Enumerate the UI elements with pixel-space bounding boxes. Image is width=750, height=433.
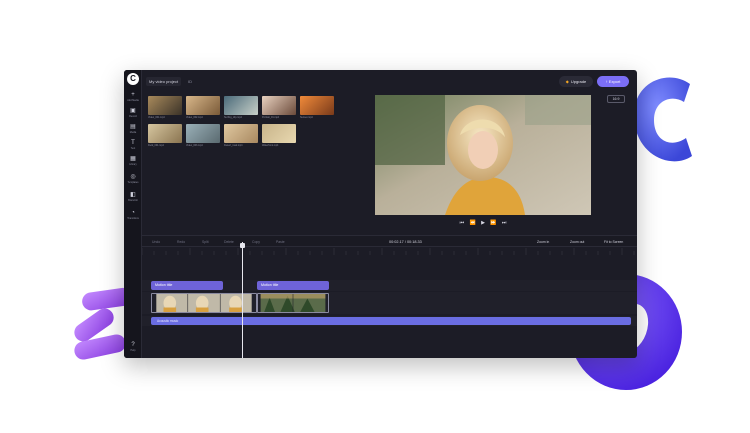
project-name-field[interactable]: My video project	[146, 77, 182, 86]
upgrade-button[interactable]: ◆ Upgrade	[559, 76, 593, 87]
plus-icon: +	[131, 92, 135, 98]
decorative-letter-c	[633, 77, 692, 162]
zoom-out-button[interactable]: Zoom out	[570, 239, 584, 245]
upgrade-label: Upgrade	[570, 79, 587, 84]
sidebar-item-label: Record	[129, 115, 137, 118]
video-clip-forest[interactable]	[257, 293, 329, 313]
sidebar-item-help[interactable]: ? Help	[124, 342, 142, 358]
playback-controls[interactable]: ⏮ ⏪ ▶ ⏩ ⏭	[454, 220, 514, 228]
zoom-in-button[interactable]: Zoom in	[537, 239, 549, 245]
sidebar: C + Add Media ▣ Record ▤ Media T Text ▦ Library ◎ T…	[124, 70, 142, 358]
sidebar-item-library[interactable]: ▦ Library	[124, 156, 142, 172]
sidebar-item-record[interactable]: ▣ Record	[124, 108, 142, 124]
sidebar-item-label: Text	[130, 147, 136, 150]
media-thumbnail[interactable]: Video_001.mp4	[148, 96, 182, 122]
aspect-ratio-button[interactable]: 16:9	[607, 95, 625, 103]
media-thumbnail-image	[148, 96, 182, 115]
media-thumbnail-name: Video_003.mp4	[186, 144, 203, 147]
templates-icon: ◎	[130, 174, 136, 180]
media-thumbnail-name: Waterfront.mp4	[262, 144, 279, 147]
app-window: C + Add Media ▣ Record ▤ Media T Text ▦ Library ◎ T…	[124, 70, 637, 358]
media-thumbnail[interactable]: Video_002.mp4	[186, 96, 220, 122]
sidebar-item-label: Library	[129, 163, 137, 166]
title-clip-2[interactable]: Motion title	[257, 281, 329, 290]
gem-icon: ◆	[565, 79, 569, 84]
playhead[interactable]	[242, 242, 243, 358]
redo-button[interactable]: Redo	[177, 239, 185, 245]
media-thumbnail-name: Field_001.mp4	[148, 144, 164, 147]
sidebar-item-add-media[interactable]: + Add Media	[124, 92, 142, 108]
timecode: 00:02.17 / 00:18.33	[389, 240, 422, 244]
media-thumbnail-image	[148, 124, 182, 143]
sidebar-item-text[interactable]: T Text	[124, 140, 142, 156]
library-icon: ▦	[130, 156, 136, 162]
sidebar-item-label: Brand kit	[128, 199, 138, 202]
media-thumbnail-image	[300, 96, 334, 115]
media-thumbnail-name: Portrait_01.mp4	[262, 116, 280, 119]
sidebar-item-label: Media	[129, 131, 137, 134]
media-thumbnail-image	[224, 96, 258, 115]
audio-clip[interactable]: Acoustic music	[151, 317, 631, 325]
help-icon: ?	[131, 342, 135, 348]
media-thumbnail[interactable]: Portrait_01.mp4	[262, 96, 296, 122]
media-thumbnail-name: Video_001.mp4	[148, 116, 165, 119]
video-preview[interactable]	[375, 95, 591, 215]
split-button[interactable]: Split	[202, 239, 209, 245]
media-thumbnail-image	[186, 124, 220, 143]
title-clip-1[interactable]: Motion title	[151, 281, 223, 290]
top-bar: My video project ID ◆ Upgrade ↑ Export	[142, 70, 637, 90]
sidebar-item-media[interactable]: ▤ Media	[124, 124, 142, 140]
media-thumbnail-image	[186, 96, 220, 115]
paste-button[interactable]: Paste	[276, 239, 285, 245]
media-thumbnail-name: Sunset.mp4	[300, 116, 313, 119]
media-thumbnail[interactable]: Video_003.mp4	[186, 124, 220, 150]
brandkit-icon: ◧	[130, 192, 136, 198]
playhead-handle[interactable]	[240, 243, 245, 248]
stage: C + Add Media ▣ Record ▤ Media T Text ▦ Library ◎ T…	[0, 0, 750, 433]
text-icon: T	[131, 140, 135, 146]
media-thumbnail[interactable]: Field_001.mp4	[148, 124, 182, 150]
file-icon: ▤	[130, 124, 136, 130]
sidebar-item-label: Add Media	[127, 99, 139, 102]
sidebar-item-label: Help	[130, 349, 136, 352]
clipchamp-logo: C	[127, 73, 139, 85]
media-thumbnail-name: Video_002.mp4	[186, 116, 203, 119]
transitions-icon: ◔	[131, 210, 135, 216]
media-thumbnail-image	[262, 96, 296, 115]
delete-button[interactable]: Delete	[224, 239, 234, 245]
media-thumbnail[interactable]: Sunset.mp4	[300, 96, 334, 122]
export-button[interactable]: ↑ Export	[597, 76, 629, 87]
record-icon: ▣	[130, 108, 136, 114]
timeline-toolbar: Undo Redo Split Delete Copy Paste 00:02.…	[142, 235, 637, 247]
sidebar-item-label: Templates	[127, 181, 139, 184]
media-thumbnail-image	[224, 124, 258, 143]
media-thumbnail-name: Desert_road.mp4	[224, 144, 243, 147]
fit-to-screen-button[interactable]: Fit to Screen	[604, 239, 623, 245]
sidebar-item-templates[interactable]: ◎ Templates	[124, 174, 142, 190]
media-thumbnail-name: Surfing_clip.mp4	[224, 116, 242, 119]
project-suffix: ID	[188, 79, 192, 84]
undo-button[interactable]: Undo	[152, 239, 160, 245]
sidebar-item-transitions[interactable]: ◔ Transitions	[124, 210, 142, 226]
timeline-ruler[interactable]	[142, 247, 637, 255]
sidebar-item-label: Transitions	[127, 217, 139, 220]
export-label: Export	[608, 79, 621, 84]
copy-button[interactable]: Copy	[252, 239, 260, 245]
media-thumbnail[interactable]: Desert_road.mp4	[224, 124, 258, 150]
media-thumbnail[interactable]: Waterfront.mp4	[262, 124, 296, 150]
media-thumbnail[interactable]: Surfing_clip.mp4	[224, 96, 258, 122]
media-thumbnail-image	[262, 124, 296, 143]
sidebar-item-brand-kit[interactable]: ◧ Brand kit	[124, 192, 142, 208]
